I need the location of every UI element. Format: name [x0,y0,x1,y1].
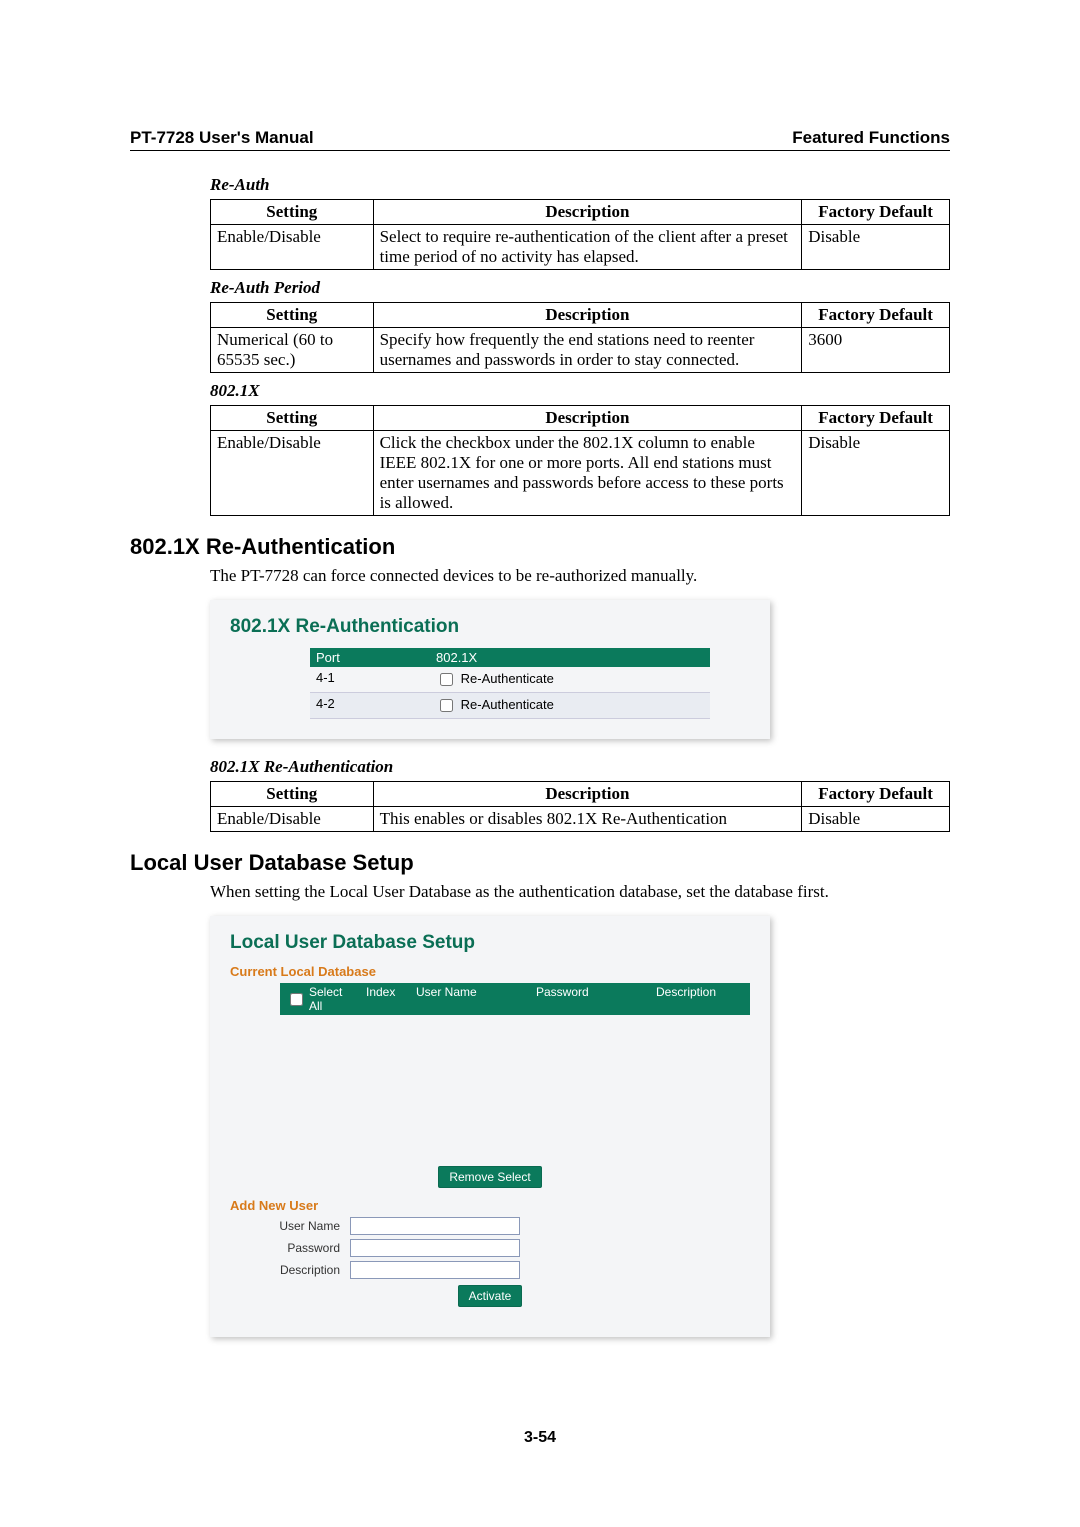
screenshot-subtitle: Current Local Database [230,964,750,979]
screenshot-table-header: Port 802.1X [310,648,710,667]
th-description: Description [373,200,802,225]
form-row-username: User Name [260,1217,750,1235]
select-all-label: Select All [309,985,354,1013]
input-password[interactable] [350,1239,520,1257]
page-header: PT-7728 User's Manual Featured Functions [130,128,950,151]
screenshot-title: 802.1X Re-Authentication [230,616,750,638]
table-reauth-period: Setting Description Factory Default Nume… [210,302,950,373]
subheading-reauth-period: Re-Auth Period [210,278,950,298]
label-password: Password [260,1241,350,1255]
cell-description: This enables or disables 802.1X Re-Authe… [373,807,802,832]
th-setting: Setting [211,782,374,807]
remove-select-button[interactable]: Remove Select [438,1166,541,1188]
section-heading-local: Local User Database Setup [130,850,950,876]
cell-setting: Enable/Disable [211,225,374,270]
content-body: Re-Auth Setting Description Factory Defa… [210,175,950,516]
col-description: Description [650,983,750,1015]
form-row-password: Password [260,1239,750,1257]
screenshot-row: 4-2 Re-Authenticate [310,693,710,719]
subheading-reauth-table: 802.1X Re-Authentication [210,757,950,777]
col-port: Port [310,648,430,667]
page-number: 3-54 [0,1429,1080,1447]
subheading-8021x: 802.1X [210,381,950,401]
header-left: PT-7728 User's Manual [130,128,314,148]
th-default: Factory Default [802,782,950,807]
cell-port: 4-1 [310,667,430,692]
activate-button[interactable]: Activate [458,1285,523,1307]
header-right: Featured Functions [792,128,950,148]
th-default: Factory Default [802,200,950,225]
th-default: Factory Default [802,303,950,328]
cell-default: 3600 [802,328,950,373]
cell-description: Select to require re-authentication of t… [373,225,802,270]
th-setting: Setting [211,200,374,225]
local-table-header: Select All Index User Name Password Desc… [280,983,750,1015]
th-description: Description [373,303,802,328]
cell-default: Disable [802,225,950,270]
col-username: User Name [410,983,530,1015]
label-username: User Name [260,1219,350,1233]
section-intro-local: When setting the Local User Database as … [210,882,950,902]
th-default: Factory Default [802,406,950,431]
table-reauth-setting: Setting Description Factory Default Enab… [210,781,950,832]
table-row: Enable/Disable Click the checkbox under … [211,431,950,516]
col-select-all[interactable]: Select All [280,983,360,1015]
reauth-checkbox[interactable] [440,673,453,686]
th-setting: Setting [211,406,374,431]
col-index: Index [360,983,410,1015]
cell-default: Disable [802,807,950,832]
th-description: Description [373,782,802,807]
screenshot-title: Local User Database Setup [230,932,750,954]
col-password: Password [530,983,650,1015]
screenshot-local-db: Local User Database Setup Current Local … [210,916,770,1337]
reauth-checkbox[interactable] [440,699,453,712]
table-row: Enable/Disable This enables or disables … [211,807,950,832]
input-username[interactable] [350,1217,520,1235]
form-row-description: Description [260,1261,750,1279]
table-reauth: Setting Description Factory Default Enab… [210,199,950,270]
table-8021x: Setting Description Factory Default Enab… [210,405,950,516]
cell-description: Click the checkbox under the 802.1X colu… [373,431,802,516]
th-description: Description [373,406,802,431]
section-heading-reauth: 802.1X Re-Authentication [130,534,950,560]
select-all-checkbox[interactable] [290,993,303,1006]
cell-setting: Enable/Disable [211,431,374,516]
local-table-body-empty [280,1015,750,1160]
col-8021x: 802.1X [430,648,710,667]
reauth-label: Re-Authenticate [461,697,554,712]
screenshot-reauth: 802.1X Re-Authentication Port 802.1X 4-1… [210,600,770,739]
table-row: Enable/Disable Select to require re-auth… [211,225,950,270]
cell-setting: Numerical (60 to 65535 sec.) [211,328,374,373]
subheading-reauth: Re-Auth [210,175,950,195]
document-page: PT-7728 User's Manual Featured Functions… [0,0,1080,1527]
label-description: Description [260,1263,350,1277]
input-description[interactable] [350,1261,520,1279]
cell-setting: Enable/Disable [211,807,374,832]
reauth-label: Re-Authenticate [461,671,554,686]
cell-port: 4-2 [310,693,430,718]
cell-default: Disable [802,431,950,516]
screenshot-row: 4-1 Re-Authenticate [310,667,710,693]
add-new-user-title: Add New User [230,1198,750,1213]
th-setting: Setting [211,303,374,328]
section-intro-reauth: The PT-7728 can force connected devices … [210,566,950,586]
table-row: Numerical (60 to 65535 sec.) Specify how… [211,328,950,373]
cell-description: Specify how frequently the end stations … [373,328,802,373]
